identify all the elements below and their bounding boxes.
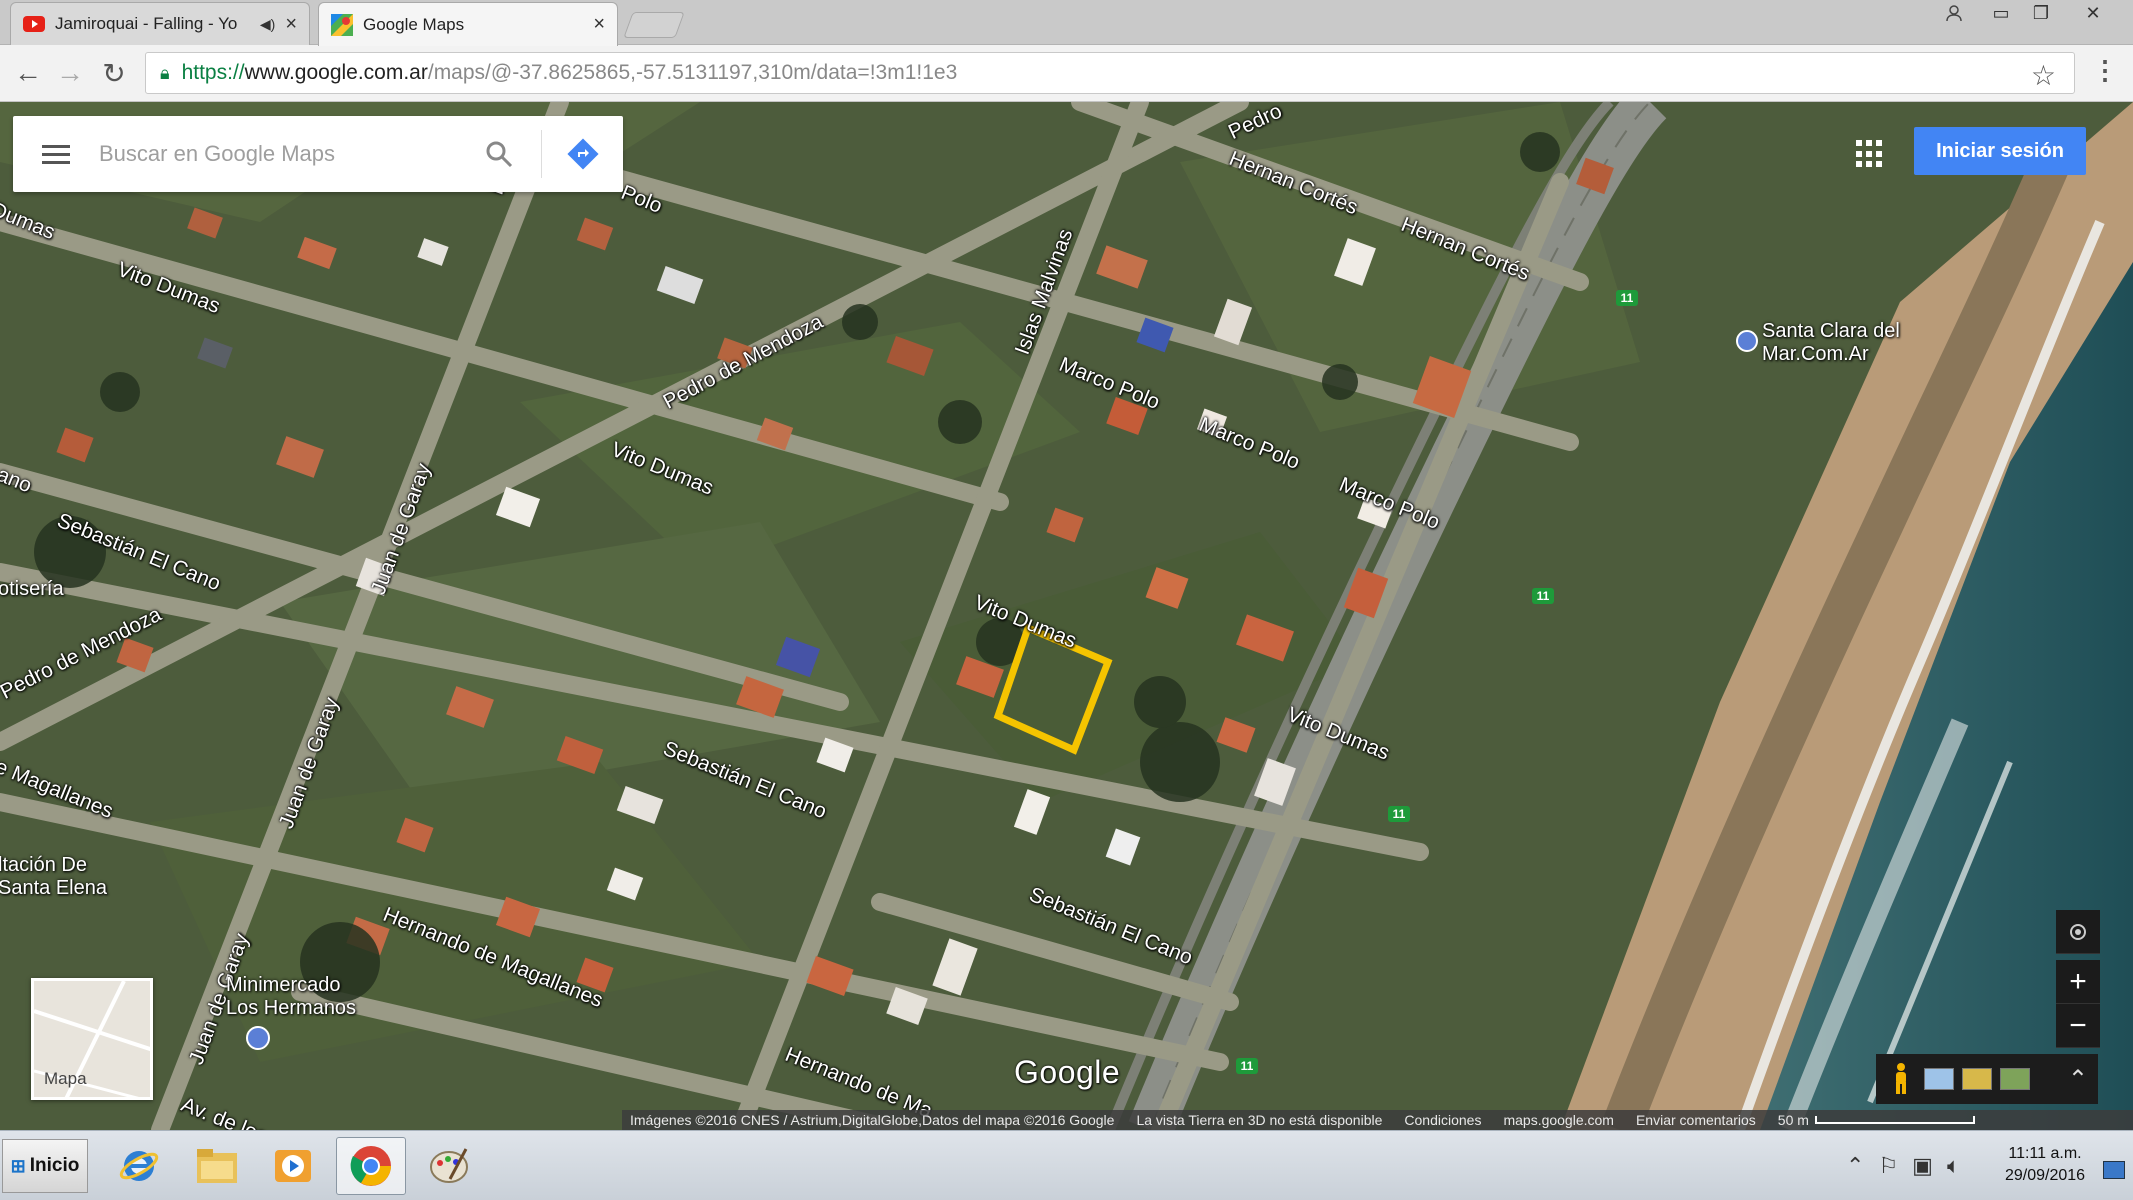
terms-link[interactable]: Condiciones	[1404, 1112, 1481, 1128]
scale-bar[interactable]: 50 m	[1778, 1112, 1975, 1128]
imagery-thumbnail[interactable]	[1924, 1068, 1954, 1090]
windows-taskbar: ⊞ Inicio ⌃ ⚐ ▣ 🔈︎ 11:11 a.m. 29/09/2016	[0, 1130, 2133, 1200]
chrome-icon[interactable]	[336, 1137, 406, 1195]
poi-minimercado[interactable]: Minimercado Los Hermanos	[226, 974, 357, 1050]
action-center-flag-icon[interactable]: ⚐	[1878, 1153, 1898, 1179]
hamburger-menu-icon[interactable]	[13, 116, 99, 192]
imagery-credit: Imágenes ©2016 CNES / Astrium,DigitalGlo…	[630, 1112, 1115, 1128]
close-window-icon[interactable]: ✕	[2072, 0, 2114, 26]
poi-santa-clara[interactable]: Santa Clara del Mar.Com.Ar	[1736, 320, 1900, 366]
earth-notice: La vista Tierra en 3D no está disponible	[1136, 1112, 1383, 1128]
reload-button[interactable]: ↻	[96, 55, 132, 91]
internet-explorer-icon[interactable]	[104, 1137, 174, 1195]
zoom-out-button[interactable]: −	[2056, 1004, 2100, 1048]
volume-icon[interactable]: 🔈︎	[1947, 1153, 1960, 1179]
close-tab-icon[interactable]: ×	[593, 13, 605, 36]
system-clock[interactable]: 11:11 a.m. 29/09/2016	[1990, 1143, 2100, 1187]
google-logo: Google	[1014, 1054, 1121, 1090]
poi-estacion[interactable]: ltación De Santa Elena	[0, 854, 107, 900]
show-hidden-icons-icon[interactable]: ⌃	[1846, 1153, 1864, 1179]
forward-button[interactable]: →	[52, 55, 88, 91]
route-shield: 11	[1616, 290, 1638, 306]
poi-label: ltación De Santa Elena	[0, 854, 107, 899]
speaker-icon: ◀)	[259, 15, 276, 32]
tab-title: Google Maps	[363, 14, 465, 34]
start-button[interactable]: ⊞ Inicio	[2, 1139, 88, 1193]
route-shield: 11	[1532, 588, 1554, 604]
map-zoom-controls: + −	[2056, 910, 2100, 1048]
browser-menu-icon[interactable]: ⋮	[2092, 55, 2118, 86]
poi-pin-icon	[246, 1026, 270, 1050]
zoom-in-button[interactable]: +	[2056, 960, 2100, 1004]
tab-google-maps[interactable]: Google Maps ×	[318, 2, 618, 46]
minimize-window-icon[interactable]: ▭	[1980, 0, 2022, 26]
feedback-link[interactable]: Enviar comentarios	[1636, 1112, 1756, 1128]
clock-date: 29/09/2016	[2004, 1167, 2086, 1184]
lock-icon: 🔒︎	[160, 62, 170, 83]
poi-label: Santa Clara del Mar.Com.Ar	[1762, 320, 1900, 365]
directions-icon[interactable]	[541, 130, 623, 178]
poi-pin-icon	[1736, 330, 1758, 352]
route-shield: 11	[1236, 1058, 1258, 1074]
show-desktop-button[interactable]	[2103, 1161, 2125, 1179]
start-label: Inicio	[29, 1155, 80, 1176]
file-explorer-icon[interactable]	[182, 1137, 252, 1195]
user-profile-icon[interactable]	[1933, 0, 1975, 26]
back-button[interactable]: ←	[10, 55, 46, 91]
satellite-map[interactable]: Vito Dumas Dumas Pedro de Mendoza Pedro …	[0, 102, 2133, 1130]
apps-grid-icon[interactable]	[1856, 140, 1884, 168]
system-tray: ⌃ ⚐ ▣ 🔈︎	[1846, 1141, 1960, 1191]
tab-youtube[interactable]: Jamiroquai - Falling - Yo ◀) ×	[10, 2, 310, 45]
imagery-controls: ⌃	[1876, 1054, 2098, 1104]
map-attribution-bar: Imágenes ©2016 CNES / Astrium,DigitalGlo…	[622, 1110, 2133, 1130]
scale-label: 50 m	[1777, 1112, 1809, 1128]
site-link[interactable]: maps.google.com	[1503, 1112, 1614, 1128]
url-path: /maps/@-37.8625865,-57.5131197,310m/data…	[427, 61, 958, 84]
imagery-thumbnail[interactable]	[1962, 1068, 1992, 1090]
poi-rotiseria[interactable]: otisería	[0, 578, 64, 601]
bookmark-star-icon[interactable]: ☆	[2031, 59, 2056, 92]
address-bar[interactable]: 🔒︎ https://www.google.com.ar/maps/@-37.8…	[145, 52, 2075, 94]
search-icon[interactable]	[469, 116, 529, 192]
google-maps-icon	[331, 13, 353, 36]
scale-bar-line	[1814, 1116, 1975, 1124]
pegman-icon[interactable]	[1886, 1059, 1916, 1099]
poi-label: otisería	[0, 578, 64, 600]
search-box	[13, 116, 623, 192]
map-layer-toggle[interactable]: Mapa	[31, 978, 153, 1100]
search-input[interactable]	[99, 141, 469, 167]
paint-icon[interactable]	[414, 1137, 484, 1195]
youtube-icon	[23, 13, 45, 35]
tab-title: Jamiroquai - Falling - Yo	[55, 14, 238, 33]
network-icon[interactable]: ▣	[1912, 1153, 1933, 1179]
poi-label: Minimercado Los Hermanos	[226, 974, 357, 1019]
imagery-thumbnail[interactable]	[2000, 1068, 2030, 1090]
signin-button[interactable]: Iniciar sesión	[1914, 127, 2086, 175]
windows-logo-icon: ⊞	[10, 1155, 26, 1176]
restore-window-icon[interactable]: ❐	[2020, 0, 2062, 26]
url-scheme: https://	[181, 61, 245, 84]
clock-time: 11:11 a.m.	[2008, 1145, 2082, 1162]
my-location-icon[interactable]	[2056, 910, 2100, 954]
expand-chevron-icon[interactable]: ⌃	[2068, 1065, 2088, 1094]
new-tab-button[interactable]	[623, 12, 685, 38]
url-host: www.google.com.ar	[244, 61, 428, 84]
close-tab-icon[interactable]: ×	[285, 13, 297, 36]
media-player-icon[interactable]	[258, 1137, 328, 1195]
browser-tab-strip: Jamiroquai - Falling - Yo ◀) × Google Ma…	[0, 0, 2133, 46]
minimap-label: Mapa	[44, 1069, 87, 1088]
browser-toolbar: ← → ↻ 🔒︎ https://www.google.com.ar/maps/…	[0, 45, 2133, 102]
route-shield: 11	[1388, 806, 1410, 822]
